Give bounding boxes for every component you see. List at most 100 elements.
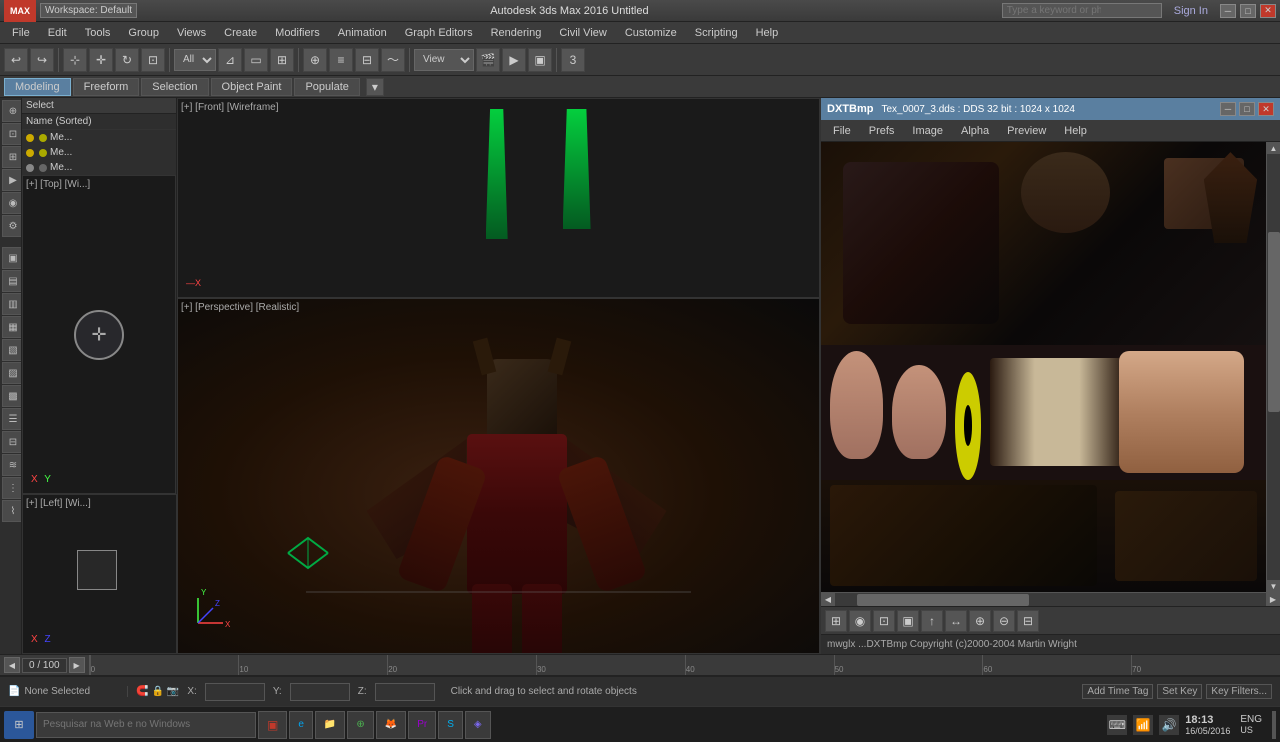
icon-10[interactable]: ≋ xyxy=(2,454,22,476)
dxt-tool-flip-h[interactable]: ↔ xyxy=(945,610,967,632)
icon-6[interactable]: ▨ xyxy=(2,362,22,384)
dxt-tool-zoom-in[interactable]: ⊕ xyxy=(969,610,991,632)
menu-graph-editors[interactable]: Graph Editors xyxy=(397,25,481,41)
icon-9[interactable]: ⊟ xyxy=(2,431,22,453)
scroll-up-arrow[interactable]: ▲ xyxy=(1267,142,1280,154)
dxt-minimize[interactable]: ─ xyxy=(1220,102,1236,116)
timeline-nav-left[interactable]: ◀ xyxy=(4,657,20,673)
icon-1[interactable]: ▣ xyxy=(2,247,22,269)
taskbar-firefox[interactable]: 🦊 xyxy=(376,711,406,739)
icon-12[interactable]: ⌇ xyxy=(2,500,22,522)
search-input[interactable] xyxy=(1002,3,1162,18)
select-region-button[interactable]: ▭ xyxy=(244,48,268,72)
close-button[interactable]: ✕ xyxy=(1260,4,1276,18)
x-coord-input[interactable] xyxy=(205,683,265,701)
scroll-right-arrow[interactable]: ▶ xyxy=(1266,593,1280,607)
dxt-menu-image[interactable]: Image xyxy=(904,123,951,139)
taskbar-chrome[interactable]: ⊕ xyxy=(347,711,373,739)
add-time-tag-btn[interactable]: Add Time Tag xyxy=(1082,684,1153,699)
menu-rendering[interactable]: Rendering xyxy=(483,25,550,41)
curve-editor-button[interactable]: 〜 xyxy=(381,48,405,72)
lock-icon[interactable]: 🔒 xyxy=(151,686,163,697)
dxt-scroll-thumb[interactable] xyxy=(1268,232,1280,412)
menu-help[interactable]: Help xyxy=(748,25,787,41)
keyboard-icon[interactable]: ⌨ xyxy=(1107,715,1127,735)
view-dropdown[interactable]: View xyxy=(414,49,474,71)
workspace-selector[interactable]: Workspace: Default xyxy=(40,3,137,18)
menu-customize[interactable]: Customize xyxy=(617,25,685,41)
maximize-button[interactable]: □ xyxy=(1240,4,1256,18)
minimize-button[interactable]: ─ xyxy=(1220,4,1236,18)
menu-modifiers[interactable]: Modifiers xyxy=(267,25,328,41)
menu-edit[interactable]: Edit xyxy=(40,25,75,41)
motion-icon[interactable]: ▶ xyxy=(2,169,22,191)
dxt-image-area[interactable]: ▲ ▼ xyxy=(821,142,1280,592)
utilities-icon[interactable]: ⚙ xyxy=(2,215,22,237)
signin-link[interactable]: Sign In xyxy=(1174,5,1208,17)
scene-item-3[interactable]: Me... xyxy=(22,160,176,175)
taskbar-ie[interactable]: e xyxy=(289,711,313,739)
dxt-close[interactable]: ✕ xyxy=(1258,102,1274,116)
timeline-track[interactable]: 0 10 20 30 40 50 60 70 xyxy=(89,655,1280,675)
viewport-bottom-left[interactable]: [+] [Left] [Wi...] X Z xyxy=(22,494,177,654)
render-frame-button[interactable]: ▣ xyxy=(528,48,552,72)
y-coord-input[interactable] xyxy=(290,683,350,701)
dxt-maximize[interactable]: □ xyxy=(1239,102,1255,116)
tab-populate[interactable]: Populate xyxy=(294,78,359,96)
icon-2[interactable]: ▤ xyxy=(2,270,22,292)
scale-button[interactable]: ⊡ xyxy=(141,48,165,72)
display-icon[interactable]: ◉ xyxy=(2,192,22,214)
menu-views[interactable]: Views xyxy=(169,25,214,41)
undo-button[interactable]: ↩ xyxy=(4,48,28,72)
scroll-down-arrow[interactable]: ▼ xyxy=(1267,580,1280,592)
viewport-top-left[interactable]: [+] [Top] [Wi...] ✛ X Y xyxy=(22,175,176,494)
timeline-nav-right[interactable]: ▶ xyxy=(69,657,85,673)
layer-button[interactable]: ⊟ xyxy=(355,48,379,72)
dxt-tool-4[interactable]: ▣ xyxy=(897,610,919,632)
tab-selection[interactable]: Selection xyxy=(141,78,208,96)
taskbar-skype[interactable]: S xyxy=(438,711,463,739)
set-key-btn[interactable]: Set Key xyxy=(1157,684,1202,699)
start-button[interactable]: ⊞ xyxy=(4,711,34,739)
icon-7[interactable]: ▩ xyxy=(2,385,22,407)
rotate-button[interactable]: ↻ xyxy=(115,48,139,72)
move-button[interactable]: ✛ xyxy=(89,48,113,72)
tab-freeform[interactable]: Freeform xyxy=(73,78,140,96)
dxt-scrollbar-vertical[interactable]: ▲ ▼ xyxy=(1266,142,1280,592)
menu-animation[interactable]: Animation xyxy=(330,25,395,41)
menu-file[interactable]: File xyxy=(4,25,38,41)
create-icon[interactable]: ⊕ xyxy=(2,100,22,122)
menu-create[interactable]: Create xyxy=(216,25,265,41)
modify-icon[interactable]: ⊡ xyxy=(2,123,22,145)
redo-button[interactable]: ↪ xyxy=(30,48,54,72)
icon-11[interactable]: ⋮ xyxy=(2,477,22,499)
taskbar-search-input[interactable] xyxy=(36,712,256,738)
dxt-scrollbar-horizontal[interactable]: ◀ ▶ xyxy=(821,592,1280,606)
render-setup-button[interactable]: 🎬 xyxy=(476,48,500,72)
taskbar-3dsmax[interactable]: ▣ xyxy=(258,711,287,739)
scroll-thumb-h[interactable] xyxy=(857,594,1029,606)
scroll-track-h[interactable] xyxy=(835,593,1266,606)
select-button[interactable]: ⊹ xyxy=(63,48,87,72)
tab-object-paint[interactable]: Object Paint xyxy=(211,78,293,96)
dxt-menu-file[interactable]: File xyxy=(825,123,859,139)
taskbar-app2[interactable]: ◈ xyxy=(465,711,491,739)
render-button[interactable]: ▶ xyxy=(502,48,526,72)
dxt-tool-1[interactable]: ⊞ xyxy=(825,610,847,632)
subtoolbar-options-button[interactable]: ▾ xyxy=(366,78,384,96)
dxt-menu-preview[interactable]: Preview xyxy=(999,123,1054,139)
hierarchy-icon[interactable]: ⊞ xyxy=(2,146,22,168)
dxt-tool-zoom-out[interactable]: ⊖ xyxy=(993,610,1015,632)
scene-item-2[interactable]: Me... xyxy=(22,145,176,160)
dxt-menu-alpha[interactable]: Alpha xyxy=(953,123,997,139)
dxt-tool-2[interactable]: ◉ xyxy=(849,610,871,632)
viewport-top-right[interactable]: [+] [Front] [Wireframe] —X xyxy=(177,98,820,298)
select-object-button[interactable]: ⊿ xyxy=(218,48,242,72)
network-icon[interactable]: 📶 xyxy=(1133,715,1153,735)
taskbar-explorer[interactable]: 📁 xyxy=(315,711,345,739)
icon-5[interactable]: ▧ xyxy=(2,339,22,361)
window-crossing-button[interactable]: ⊞ xyxy=(270,48,294,72)
dxt-menu-help[interactable]: Help xyxy=(1056,123,1095,139)
camera-icon[interactable]: 📷 xyxy=(167,686,179,697)
magnet-icon[interactable]: 🧲 xyxy=(136,686,148,697)
